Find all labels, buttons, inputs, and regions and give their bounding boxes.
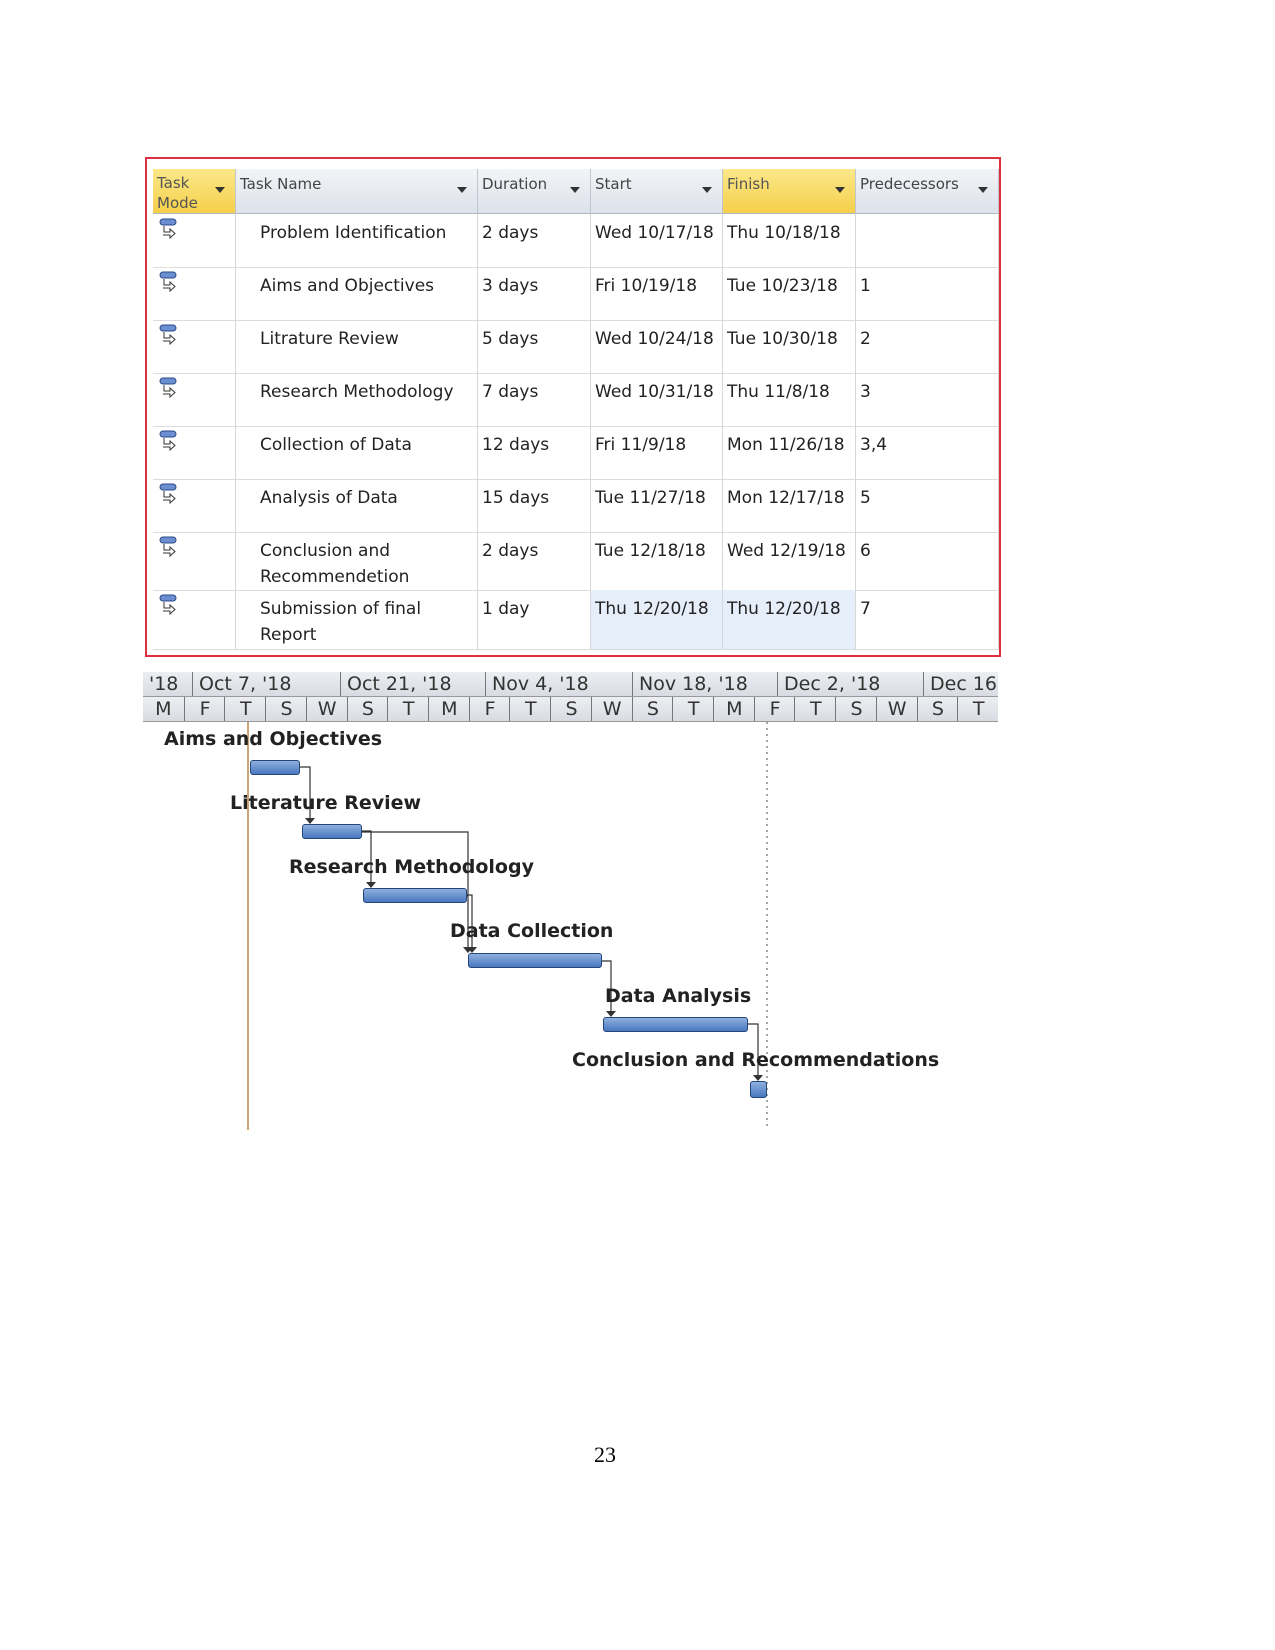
gantt-task-bar[interactable] [750,1081,767,1098]
gantt-task-bar[interactable] [302,824,362,839]
page-number: 23 [594,1442,616,1467]
gantt-task-bar[interactable] [603,1017,748,1032]
gantt-task-bar[interactable] [363,888,467,903]
gantt-task-label: Literature Review [230,792,422,814]
gantt-task-bar[interactable] [250,760,300,775]
gantt-task-label: Conclusion and Recommendations [572,1049,940,1071]
document-page: Task Mode Task Name Duration Start Finish Pre… [0,0,1275,1650]
gantt-task-label: Research Methodology [289,856,534,878]
gantt-task-bar[interactable] [468,953,602,968]
gantt-task-label: Data Analysis [605,985,752,1007]
gantt-chart [247,722,768,1130]
gantt-task-label: Aims and Objectives [164,728,383,750]
gantt-task-label: Data Collection [450,920,614,942]
